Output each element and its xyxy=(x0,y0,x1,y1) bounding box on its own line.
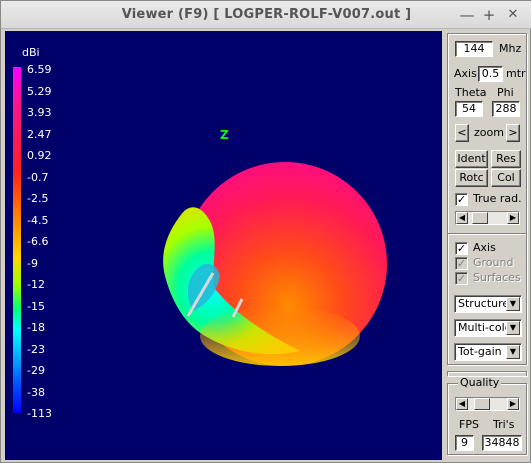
quality-title: Quality xyxy=(458,376,502,389)
ground-checkbox-label: Ground xyxy=(473,256,514,269)
surfaces-checkbox-label: Surfaces xyxy=(473,271,521,284)
axis-checkbox[interactable]: ✓ xyxy=(455,242,468,255)
tris-label: Tri's xyxy=(493,418,515,431)
slider-left-arrow-icon[interactable]: ◀ xyxy=(456,398,468,410)
zoom-label: zoom xyxy=(474,126,504,139)
fps-label: FPS xyxy=(459,418,479,431)
chevron-down-icon[interactable]: ▼ xyxy=(506,321,520,335)
gain-mode-select[interactable]: Tot-gain ▼ xyxy=(454,343,522,361)
structure-select[interactable]: Structure ▼ xyxy=(454,295,522,313)
radiation-pattern xyxy=(163,162,387,366)
scale-label: -29 xyxy=(27,364,45,377)
slider-thumb[interactable] xyxy=(474,398,490,410)
scale-label: -0.7 xyxy=(27,170,49,184)
scale-label: 5.29 xyxy=(27,84,52,98)
scale-label: -4.5 xyxy=(27,213,49,227)
viewer-window: Viewer (F9) [ LOGPER-ROLF-V007.out ] — +… xyxy=(0,0,531,463)
frequency-input[interactable]: 144 xyxy=(455,41,493,57)
gain-mode-select-value: Tot-gain xyxy=(458,345,502,358)
color-mode-select-value: Multi-colo xyxy=(458,321,512,334)
axis-length-input[interactable]: 0.5 xyxy=(478,66,503,82)
title-bar[interactable]: Viewer (F9) [ LOGPER-ROLF-V007.out ] — +… xyxy=(1,1,531,29)
scale-label: -12 xyxy=(27,278,45,291)
tris-value: 34848 xyxy=(482,435,522,451)
slider-left-arrow-icon[interactable]: ◀ xyxy=(456,212,468,224)
maximize-button[interactable]: + xyxy=(479,5,499,25)
scale-label: 0.92 xyxy=(27,149,52,162)
zoom-out-button[interactable]: < xyxy=(455,124,469,142)
minimize-button[interactable]: — xyxy=(457,5,477,25)
scale-label: -18 xyxy=(27,321,45,334)
slider-right-arrow-icon[interactable]: ▶ xyxy=(507,212,519,224)
true-rad-slider[interactable]: ◀ ▶ xyxy=(455,211,520,225)
chevron-down-icon[interactable]: ▼ xyxy=(506,297,520,311)
ident-button[interactable]: Ident xyxy=(455,150,488,168)
color-mode-select[interactable]: Multi-colo ▼ xyxy=(454,319,522,337)
theta-label: Theta xyxy=(455,86,487,99)
frequency-unit: Mhz xyxy=(499,42,522,55)
quality-group: Quality ◀ ▶ FPS Tri's 9 34848 xyxy=(447,377,527,455)
true-rad-checkbox[interactable]: ✓ xyxy=(455,193,468,206)
scale-label: -6.6 xyxy=(27,235,49,248)
unit-label: dBi xyxy=(22,46,40,59)
3d-viewport[interactable]: Z dBi 6.59 5.29 3.93 2.47 0.92 -0.7 -2.5 -4.5 -6… xyxy=(5,31,442,460)
scale-label: 2.47 xyxy=(27,127,52,141)
control-panel: 144 Mhz Axis 0.5 mtr Theta Phi 54 288 < … xyxy=(446,31,528,460)
slider-thumb[interactable] xyxy=(472,212,488,224)
quality-slider[interactable]: ◀ ▶ xyxy=(455,397,520,411)
axis-length-unit: mtr xyxy=(506,67,526,80)
color-scale-bar xyxy=(13,67,21,413)
res-button[interactable]: Res xyxy=(491,150,521,168)
scale-label: -113 xyxy=(27,407,52,420)
settings-group: 144 Mhz Axis 0.5 mtr Theta Phi 54 288 < … xyxy=(447,33,527,365)
surfaces-checkbox: ✓ xyxy=(455,272,468,285)
scale-label: 6.59 xyxy=(27,63,52,76)
phi-input[interactable]: 288 xyxy=(492,101,520,117)
fps-value: 9 xyxy=(455,435,474,451)
scale-label: -23 xyxy=(27,342,45,356)
rotc-button[interactable]: Rotc xyxy=(455,169,488,187)
z-axis-label: Z xyxy=(220,128,229,142)
structure-select-value: Structure xyxy=(458,297,510,310)
axis-length-label: Axis xyxy=(454,67,477,80)
col-button[interactable]: Col xyxy=(491,169,521,187)
scale-label: -9 xyxy=(27,256,38,270)
slider-right-arrow-icon[interactable]: ▶ xyxy=(507,398,519,410)
axis-checkbox-label: Axis xyxy=(473,241,496,254)
scale-label: -15 xyxy=(27,299,45,313)
ground-checkbox: ✓ xyxy=(455,257,468,270)
scale-label: -38 xyxy=(27,385,45,399)
phi-label: Phi xyxy=(497,86,514,99)
zoom-in-button[interactable]: > xyxy=(506,124,520,142)
close-button[interactable]: ✕ xyxy=(503,5,523,25)
chevron-down-icon[interactable]: ▼ xyxy=(506,345,520,359)
scale-label: -2.5 xyxy=(27,192,49,205)
true-rad-label: True rad. xyxy=(473,192,522,205)
window-title: Viewer (F9) [ LOGPER-ROLF-V007.out ] xyxy=(121,7,412,22)
theta-input[interactable]: 54 xyxy=(455,101,483,117)
scale-label: 3.93 xyxy=(27,106,52,119)
divider xyxy=(448,233,526,235)
